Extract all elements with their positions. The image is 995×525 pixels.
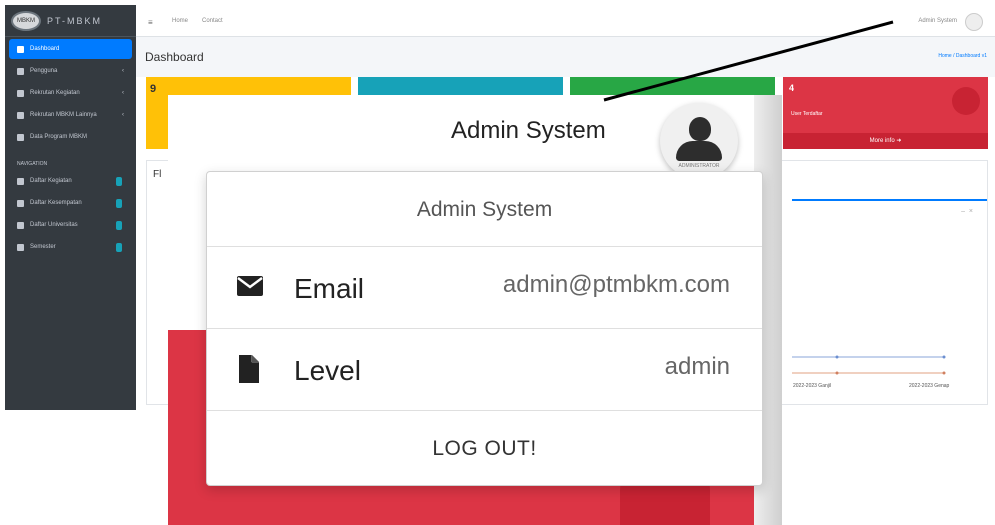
callout-line (603, 20, 894, 102)
callout-pointer (603, 20, 894, 102)
